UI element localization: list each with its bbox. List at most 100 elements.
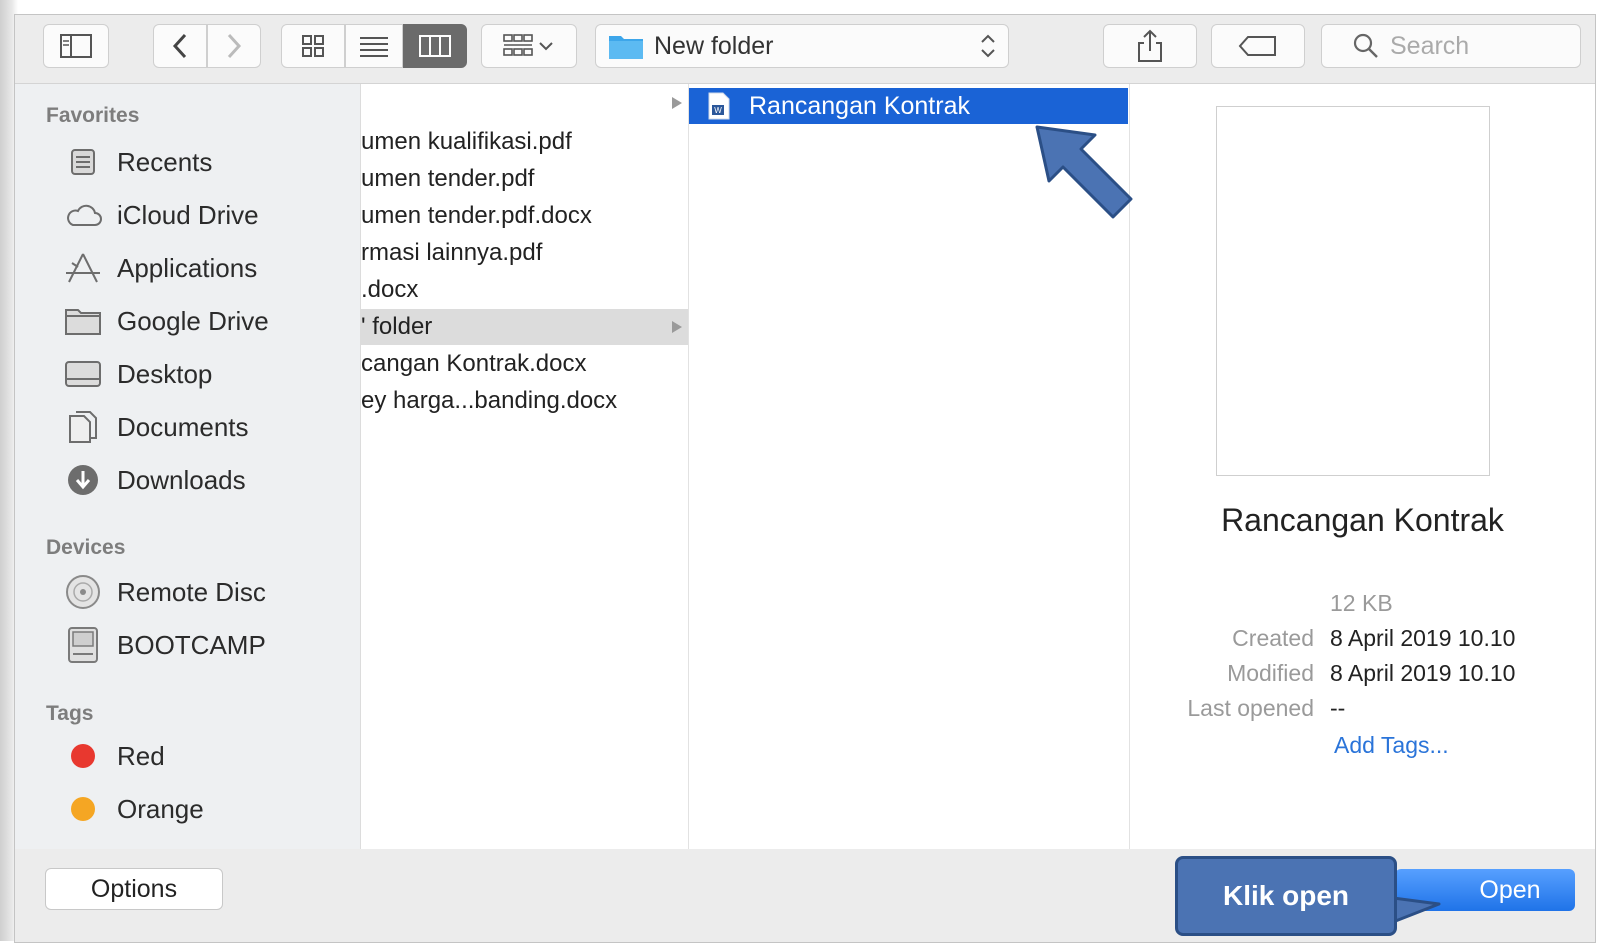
search-icon [1353,33,1378,58]
list-item[interactable]: rmasi lainnya.pdf [361,235,688,271]
sidebar-item-applications[interactable]: Applications [63,248,257,288]
dialog-footer: Options Open Klik open [15,850,1595,942]
callout-pointer-icon [1393,896,1441,924]
last-opened-value: -- [1330,695,1346,721]
sidebar-item-label: Recents [117,146,213,177]
sidebar-item-tag-red[interactable]: Red [63,736,165,776]
favorites-heading: Favorites [46,104,140,127]
file-name: ey harga...banding.docx [361,387,618,414]
sidebar-item-label: Remote Disc [117,576,266,607]
annotation-arrow-icon [1035,125,1133,219]
sidebar-item-recents[interactable]: Recents [63,142,212,182]
preview-title: Rancangan Kontrak [1221,502,1504,538]
grid-icon [302,35,324,57]
sidebar-item-label: Documents [117,411,249,442]
tag-icon [1238,36,1276,56]
disclosure-arrow-icon [672,97,682,109]
drive-icon [63,627,103,663]
tags-heading: Tags [46,702,94,725]
back-forward-control [153,24,261,68]
created-label: Created [1232,625,1314,651]
file-name: .docx [361,276,419,303]
file-name: cangan Kontrak.docx [361,350,587,377]
sidebar-item-label: Orange [117,793,204,824]
file-name: umen tender.pdf.docx [361,202,592,229]
toolbar: New folder Search [15,15,1595,84]
list-view-button[interactable] [345,24,403,68]
downloads-icon [63,463,103,497]
forward-button[interactable] [207,24,261,68]
orange-tag-dot-icon [63,792,103,826]
sidebar-item-tag-orange[interactable]: Orange [63,789,204,829]
share-button[interactable] [1103,24,1197,68]
file-name: rmasi lainnya.pdf [361,239,543,266]
location-label: New folder [654,31,774,60]
location-popup[interactable]: New folder [595,24,1009,68]
list-item[interactable]: ey harga...banding.docx [361,383,688,419]
group-by-button[interactable] [481,24,577,68]
sidebar-icon [60,34,92,58]
back-button[interactable] [153,24,207,68]
selected-file-name: Rancangan Kontrak [749,91,970,120]
preview-pane: Rancangan Kontrak 12 KB Created 8 April … [1130,84,1595,849]
disc-icon [63,575,103,609]
tags-button[interactable] [1211,24,1305,68]
sidebar-item-google-drive[interactable]: Google Drive [63,301,269,341]
list-item-selected-folder[interactable]: ' folder [361,309,688,345]
list-item[interactable]: umen tender.pdf.docx [361,198,688,234]
group-icon [503,34,553,56]
sidebar-item-label: Applications [117,252,258,283]
add-tags-link[interactable]: Add Tags... [1334,732,1449,759]
document-thumbnail [1216,106,1490,476]
sidebar: Favorites Recents iCloud Drive Applicati… [15,84,361,849]
applications-icon [63,251,103,285]
file-name: ' folder [361,313,433,340]
last-opened-label: Last opened [1187,695,1314,721]
file-name: umen kualifikasi.pdf [361,128,572,155]
folder-icon [609,36,643,59]
devices-heading: Devices [46,536,126,559]
sidebar-toggle-button[interactable] [43,24,109,68]
sidebar-item-label: Desktop [117,358,213,389]
sidebar-item-icloud-drive[interactable]: iCloud Drive [63,195,259,235]
list-item[interactable]: umen kualifikasi.pdf [361,124,688,160]
browser-column-parent: umen kualifikasi.pdf umen tender.pdf ume… [361,84,689,849]
sidebar-item-label: Red [117,740,165,771]
chevron-left-icon [172,33,187,59]
disclosure-arrow-icon [672,321,682,333]
red-tag-dot-icon [63,739,103,773]
options-button[interactable]: Options [45,868,223,910]
file-name: umen tender.pdf [361,165,535,192]
modified-value: 8 April 2019 10.10 [1330,660,1516,686]
chevron-updown-icon [981,34,995,58]
sidebar-item-label: iCloud Drive [117,199,259,230]
recents-icon [63,145,103,179]
sidebar-item-bootcamp[interactable]: BOOTCAMP [63,625,266,665]
icon-view-button[interactable] [281,24,345,68]
list-item[interactable]: umen tender.pdf [361,161,688,197]
column-view-button[interactable] [403,24,467,68]
open-file-dialog: New folder Search Favorites Recents iClo… [14,14,1596,943]
sidebar-item-desktop[interactable]: Desktop [63,354,212,394]
sidebar-item-remote-disc[interactable]: Remote Disc [63,572,266,612]
sidebar-item-label: Downloads [117,464,246,495]
chevron-right-icon [227,33,242,59]
search-placeholder: Search [1390,31,1470,60]
view-mode-control [281,24,467,68]
sidebar-item-label: Google Drive [117,305,269,336]
list-item[interactable]: cangan Kontrak.docx [361,346,688,382]
modified-label: Modified [1227,660,1314,686]
sidebar-item-documents[interactable]: Documents [63,407,249,447]
open-button-label: Open [1479,875,1541,904]
sidebar-item-label: BOOTCAMP [117,629,266,660]
columns-icon [419,35,451,57]
documents-icon [63,410,103,444]
sidebar-item-downloads[interactable]: Downloads [63,460,246,500]
word-document-icon: W [708,92,730,120]
share-icon [1138,29,1162,62]
file-size: 12 KB [1330,590,1393,616]
search-field[interactable]: Search [1321,24,1581,68]
list-icon [360,37,388,57]
folder-icon [63,304,103,338]
list-item[interactable]: .docx [361,272,688,308]
